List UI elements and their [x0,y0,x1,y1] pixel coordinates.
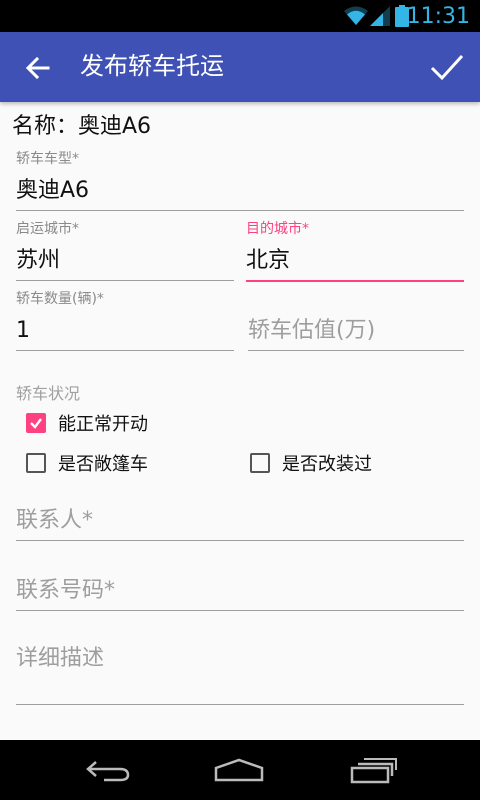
car-model-input[interactable]: 奥迪A6 [16,176,464,206]
quantity-label: 轿车数量(辆)* [16,291,104,307]
convertible-checkbox[interactable]: 是否敞篷车 [26,450,148,476]
quantity-underline [16,350,234,351]
dest-city-underline [246,280,464,282]
origin-city-input[interactable]: 苏州 [16,246,234,276]
valuation-field[interactable]: 轿车估值(万) [248,316,464,351]
contact-phone-underline [16,610,464,611]
contact-name-field[interactable]: 联系人* [16,506,464,541]
modified-label: 是否改装过 [282,454,372,475]
origin-city-underline [16,280,234,281]
can-start-label: 能正常开动 [58,414,148,435]
car-name-heading: 名称：奥迪A6 [12,114,152,139]
convertible-checkbox-box[interactable] [26,453,46,473]
back-arrow-icon[interactable] [24,54,52,82]
can-start-checkbox-box[interactable] [26,413,46,433]
system-nav-bar [0,740,480,800]
nav-recent-apps-icon[interactable] [350,756,398,784]
contact-name-input[interactable]: 联系人* [16,506,464,536]
valuation-input[interactable]: 轿车估值(万) [248,316,464,346]
quantity-field[interactable]: 轿车数量(辆)* 1 [16,290,234,351]
submit-check-icon[interactable] [430,52,464,82]
description-underline [16,704,464,705]
nav-home-icon[interactable] [214,758,264,782]
status-bar: 11:31 [0,0,480,32]
contact-phone-field[interactable]: 联系号码* [16,576,464,611]
origin-city-label: 启运城市* [16,221,79,237]
valuation-underline [248,350,464,351]
signal-icon [370,6,390,26]
page-title: 发布轿车托运 [80,52,224,80]
dest-city-label: 目的城市* [246,221,309,237]
contact-name-underline [16,540,464,541]
description-input[interactable]: 详细描述 [16,644,464,700]
dest-city-field[interactable]: 目的城市* 北京 [246,220,464,282]
car-model-label: 轿车车型* [16,151,79,167]
checkmark-icon [30,418,42,429]
modified-checkbox-box[interactable] [250,453,270,473]
wifi-icon [344,6,368,25]
contact-phone-input[interactable]: 联系号码* [16,576,464,606]
car-model-underline [16,210,464,211]
can-start-checkbox[interactable]: 能正常开动 [26,410,148,436]
condition-section-label: 轿车状况 [16,384,81,403]
status-time: 11:31 [406,4,470,29]
nav-back-icon[interactable] [84,758,130,782]
app-bar: 发布轿车托运 [0,32,480,102]
modified-checkbox[interactable]: 是否改装过 [250,450,372,476]
convertible-label: 是否敞篷车 [58,454,148,475]
dest-city-input[interactable]: 北京 [246,246,464,276]
car-model-field[interactable]: 轿车车型* 奥迪A6 [16,150,464,211]
description-field[interactable]: 详细描述 [16,644,464,705]
form-content: 名称：奥迪A6 轿车车型* 奥迪A6 启运城市* 苏州 目的城市* 北京 轿车数… [0,102,480,740]
origin-city-field[interactable]: 启运城市* 苏州 [16,220,234,281]
quantity-input[interactable]: 1 [16,316,234,346]
